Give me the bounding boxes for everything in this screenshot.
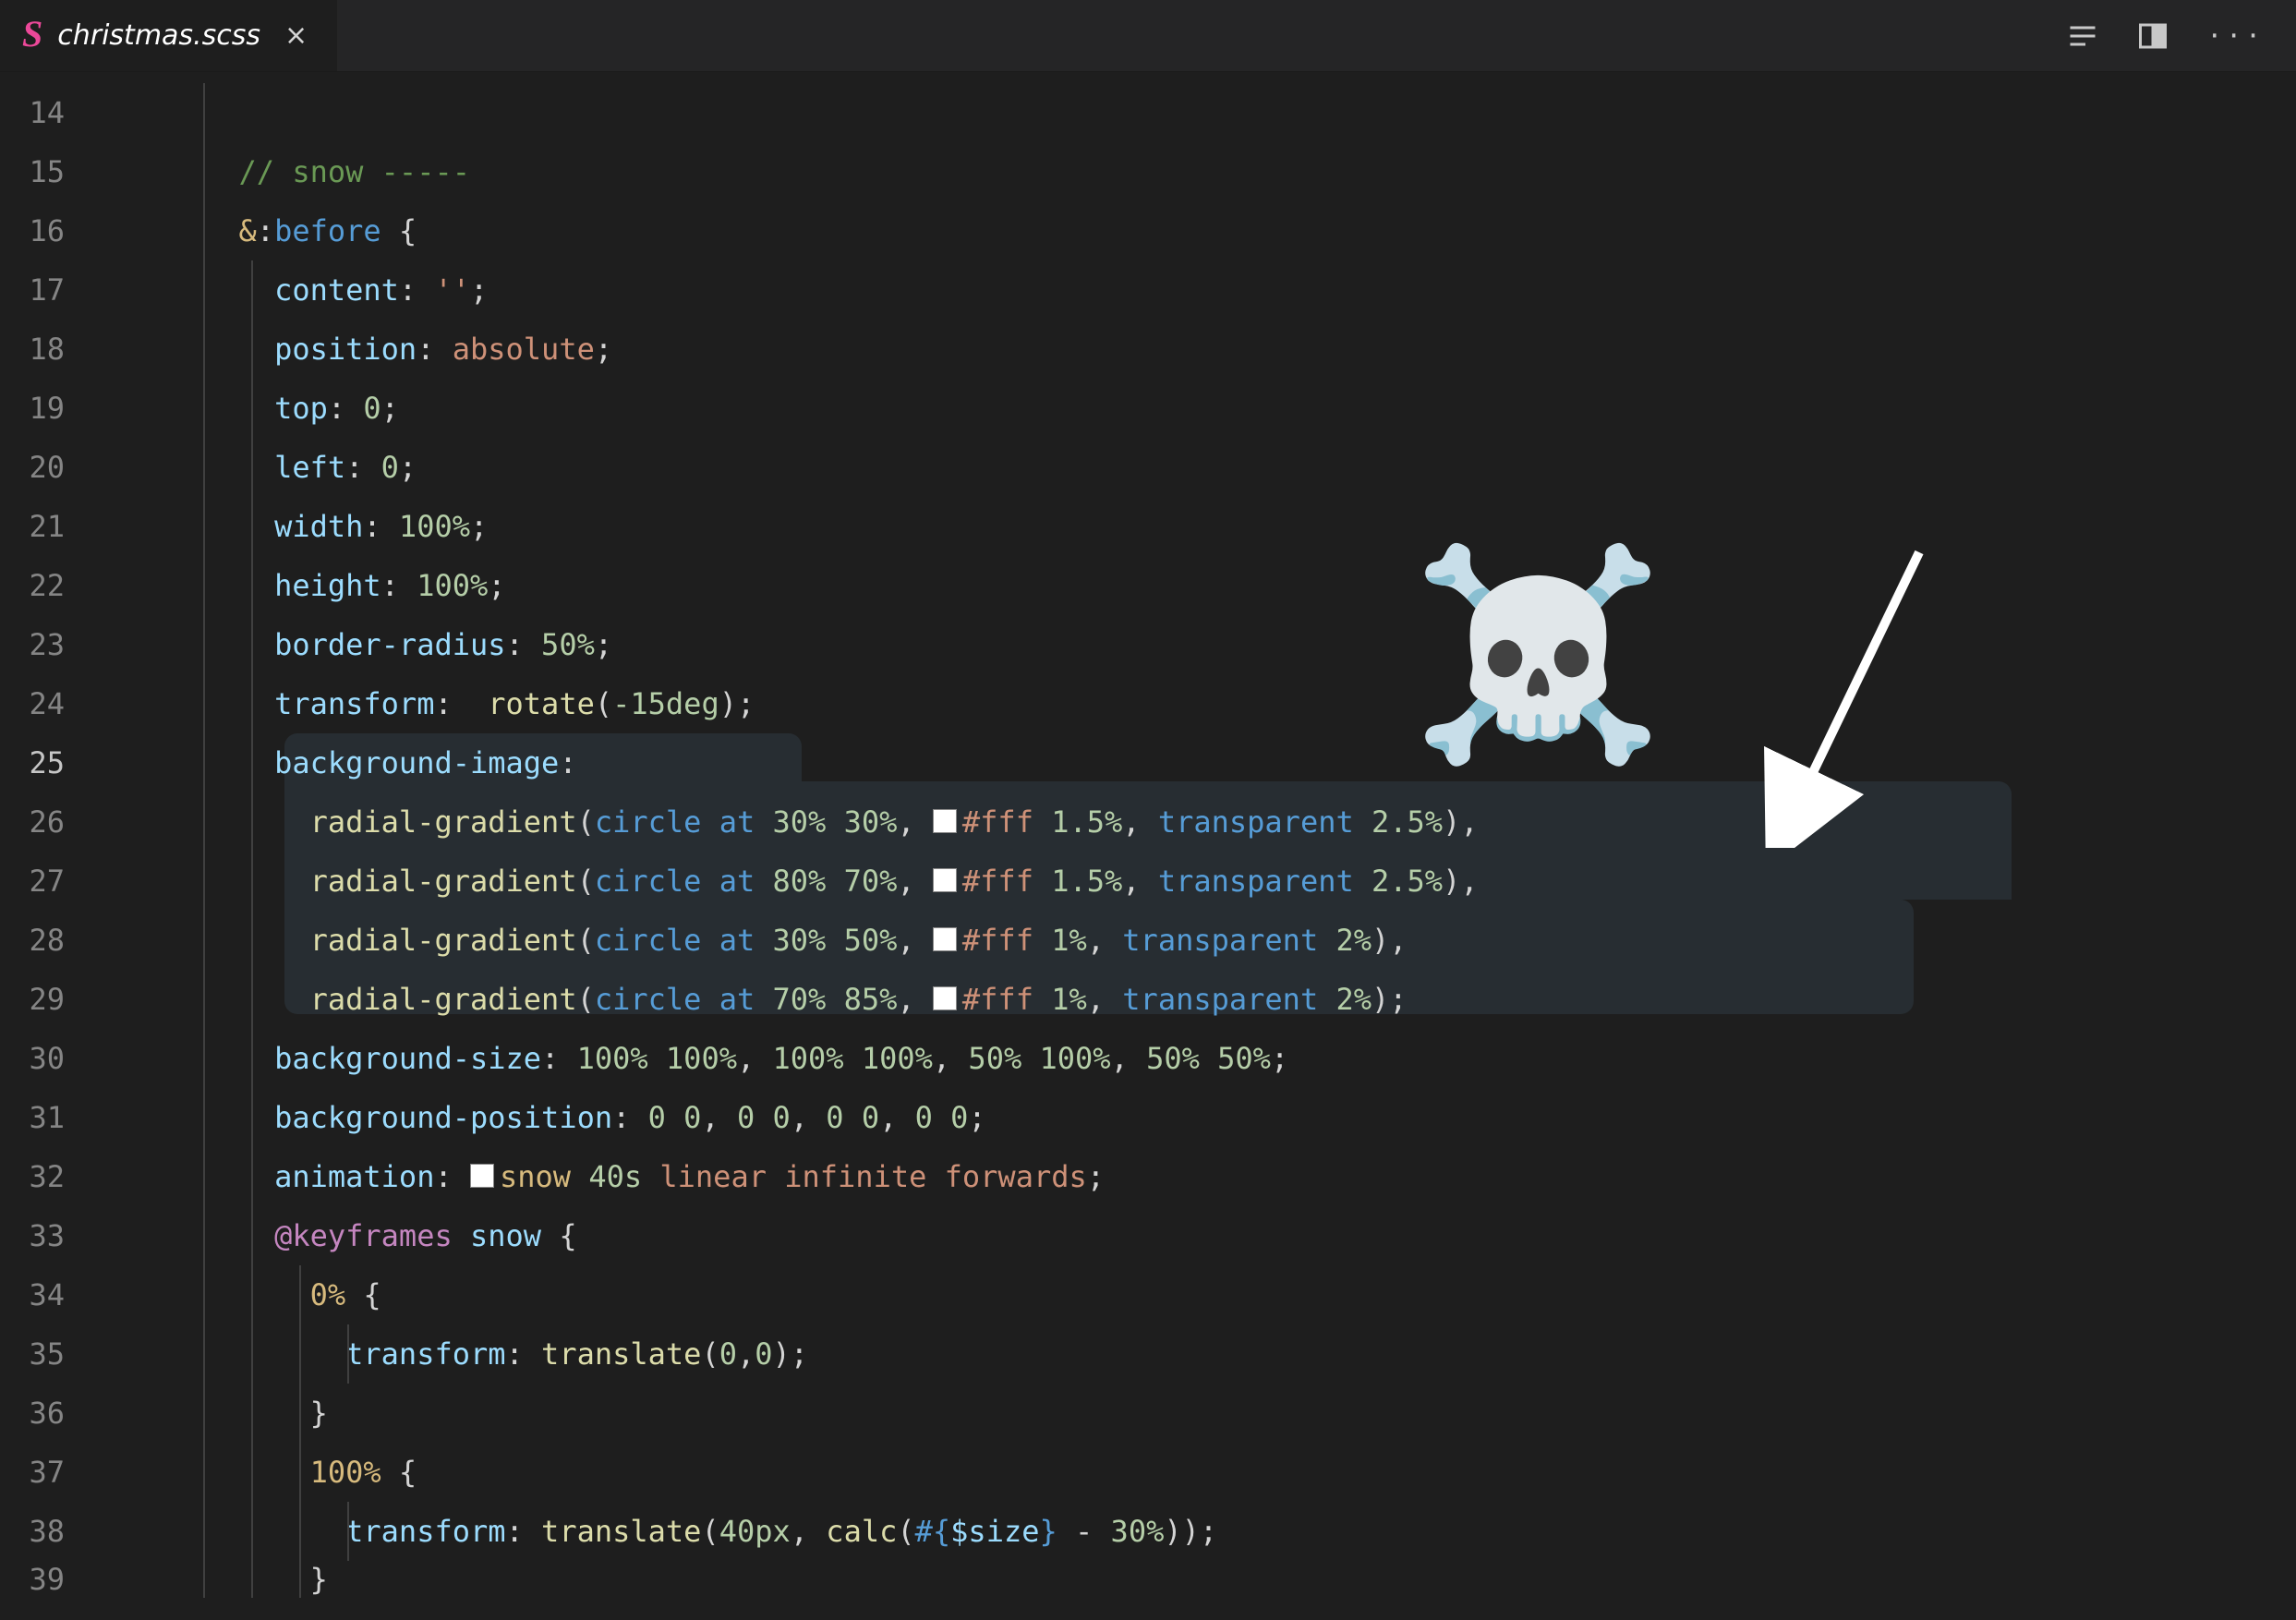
line-number[interactable]: 25: [0, 733, 100, 792]
line-number[interactable]: 20: [0, 438, 100, 497]
word-wrap-icon[interactable]: [2066, 19, 2099, 53]
editor-actions: ···: [2066, 0, 2296, 71]
line-number[interactable]: 37: [0, 1443, 100, 1502]
code-line[interactable]: radial-gradient(circle at 30% 30%, #fff …: [100, 792, 2296, 852]
code-line[interactable]: @keyframes snow {: [100, 1206, 2296, 1265]
line-number[interactable]: 31: [0, 1088, 100, 1147]
code-line[interactable]: top: 0;: [100, 379, 2296, 438]
color-swatch-icon[interactable]: [933, 986, 957, 1010]
line-number[interactable]: 16: [0, 201, 100, 260]
code-line[interactable]: // snow -----: [100, 142, 2296, 201]
code-line[interactable]: background-position: 0 0, 0 0, 0 0, 0 0;: [100, 1088, 2296, 1147]
line-number[interactable]: 34: [0, 1265, 100, 1324]
tab-filename: christmas.scss: [57, 19, 260, 52]
line-number[interactable]: 17: [0, 260, 100, 320]
line-number[interactable]: 38: [0, 1502, 100, 1561]
line-number[interactable]: 33: [0, 1206, 100, 1265]
line-number[interactable]: 29: [0, 970, 100, 1029]
split-editor-icon[interactable]: [2136, 19, 2169, 53]
code-area[interactable]: // snow ----- &:before { content: ''; po…: [100, 72, 2296, 1620]
line-number[interactable]: 32: [0, 1147, 100, 1206]
code-line[interactable]: background-image:: [100, 733, 2296, 792]
code-line[interactable]: transform: translate(0,0);: [100, 1324, 2296, 1384]
code-line[interactable]: }: [100, 1561, 2296, 1598]
code-line[interactable]: radial-gradient(circle at 30% 50%, #fff …: [100, 911, 2296, 970]
color-swatch-icon[interactable]: [933, 868, 957, 892]
tab-bar: S christmas.scss × ···: [0, 0, 2296, 72]
code-line[interactable]: &:before {: [100, 201, 2296, 260]
code-line[interactable]: left: 0;: [100, 438, 2296, 497]
sass-icon: S: [22, 16, 42, 53]
line-number[interactable]: 14: [0, 83, 100, 142]
tabs-container: S christmas.scss ×: [0, 0, 337, 71]
code-line[interactable]: animation: snow 40s linear infinite forw…: [100, 1147, 2296, 1206]
tab-christmas-scss[interactable]: S christmas.scss ×: [0, 0, 337, 71]
color-swatch-icon[interactable]: [933, 927, 957, 951]
code-line[interactable]: radial-gradient(circle at 70% 85%, #fff …: [100, 970, 2296, 1029]
code-editor[interactable]: 1415161718192021222324252627282930313233…: [0, 72, 2296, 1620]
code-line[interactable]: [100, 83, 2296, 142]
line-number[interactable]: 39: [0, 1561, 100, 1598]
line-number[interactable]: 22: [0, 556, 100, 615]
line-number-gutter: 1415161718192021222324252627282930313233…: [0, 72, 100, 1620]
code-line[interactable]: height: 100%;: [100, 556, 2296, 615]
line-number[interactable]: 30: [0, 1029, 100, 1088]
more-actions-icon[interactable]: ···: [2206, 20, 2265, 51]
line-number[interactable]: 21: [0, 497, 100, 556]
code-line[interactable]: 0% {: [100, 1265, 2296, 1324]
code-line[interactable]: position: absolute;: [100, 320, 2296, 379]
close-icon[interactable]: ×: [284, 22, 308, 50]
color-swatch-icon[interactable]: [470, 1164, 494, 1188]
code-line[interactable]: border-radius: 50%;: [100, 615, 2296, 674]
line-number[interactable]: 23: [0, 615, 100, 674]
code-line[interactable]: transform: rotate(-15deg);: [100, 674, 2296, 733]
code-line[interactable]: width: 100%;: [100, 497, 2296, 556]
code-line[interactable]: transform: translate(40px, calc(#{$size}…: [100, 1502, 2296, 1561]
line-number[interactable]: 28: [0, 911, 100, 970]
code-line[interactable]: radial-gradient(circle at 80% 70%, #fff …: [100, 852, 2296, 911]
color-swatch-icon[interactable]: [933, 809, 957, 833]
line-number[interactable]: 36: [0, 1384, 100, 1443]
comment: // snow -----: [239, 154, 470, 189]
line-number[interactable]: 18: [0, 320, 100, 379]
code-line[interactable]: content: '';: [100, 260, 2296, 320]
line-number[interactable]: 24: [0, 674, 100, 733]
code-line[interactable]: background-size: 100% 100%, 100% 100%, 5…: [100, 1029, 2296, 1088]
line-number[interactable]: 19: [0, 379, 100, 438]
line-number[interactable]: 27: [0, 852, 100, 911]
line-number[interactable]: 26: [0, 792, 100, 852]
code-line[interactable]: 100% {: [100, 1443, 2296, 1502]
line-number[interactable]: 15: [0, 142, 100, 201]
line-number[interactable]: 35: [0, 1324, 100, 1384]
code-line[interactable]: }: [100, 1384, 2296, 1443]
